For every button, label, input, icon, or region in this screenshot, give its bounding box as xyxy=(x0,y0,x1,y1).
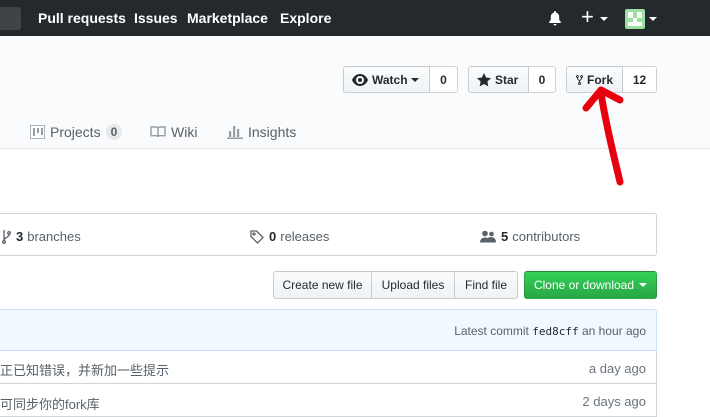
contributors-link[interactable]: 5 contributors xyxy=(480,229,580,244)
branches-label: branches xyxy=(27,229,81,244)
star-label: Star xyxy=(495,72,519,87)
nav-marketplace[interactable]: Marketplace xyxy=(187,10,268,26)
watch-button[interactable]: Watch xyxy=(343,66,430,93)
commit-age: an hour ago xyxy=(581,324,646,338)
commit-age: a day ago xyxy=(588,361,646,376)
tab-projects[interactable]: Projects 0 xyxy=(30,124,123,140)
releases-count: 0 xyxy=(269,229,277,244)
graph-icon xyxy=(227,126,243,139)
create-new-file-button[interactable]: Create new file xyxy=(273,271,372,299)
star-count[interactable]: 0 xyxy=(529,66,556,93)
bell-icon[interactable] xyxy=(548,10,562,29)
upload-files-button[interactable]: Upload files xyxy=(371,271,455,299)
branches-count: 3 xyxy=(16,229,24,244)
chevron-down-icon xyxy=(410,77,419,82)
tab-wiki[interactable]: Wiki xyxy=(150,124,197,140)
tab-projects-label: Projects xyxy=(50,124,101,140)
nav-issues[interactable]: Issues xyxy=(134,10,178,26)
projects-counter: 0 xyxy=(105,124,123,140)
fork-button[interactable]: Fork xyxy=(566,66,623,93)
clone-or-download-button[interactable]: Clone or download xyxy=(524,271,657,299)
star-icon xyxy=(477,72,491,86)
avatar[interactable] xyxy=(625,9,645,29)
search-field-edge[interactable] xyxy=(0,7,21,30)
latest-commit: Latest commit fed8cff an hour ago xyxy=(454,324,646,338)
latest-commit-prefix: Latest commit xyxy=(454,324,529,338)
tab-insights[interactable]: Insights xyxy=(227,124,296,140)
git-branch-icon xyxy=(2,229,11,244)
watch-group: Watch 0 xyxy=(343,66,458,93)
star-button[interactable]: Star xyxy=(468,66,529,93)
contributors-label: contributors xyxy=(512,229,581,244)
watch-label: Watch xyxy=(372,72,408,87)
fork-count[interactable]: 12 xyxy=(623,66,657,93)
chevron-down-icon xyxy=(649,17,657,21)
clone-label: Clone or download xyxy=(533,278,635,292)
commit-sha-link[interactable]: fed8cff xyxy=(532,325,578,338)
repo-forked-icon xyxy=(576,74,583,85)
nav-pull-requests[interactable]: Pull requests xyxy=(38,10,126,26)
fork-label: Fork xyxy=(586,72,613,87)
contributors-count: 5 xyxy=(501,229,509,244)
star-group: Star 0 xyxy=(468,66,556,93)
watch-count[interactable]: 0 xyxy=(430,66,458,93)
book-icon xyxy=(150,126,166,138)
tab-insights-label: Insights xyxy=(248,124,297,140)
commit-message-link[interactable]: 可同步你的fork库 xyxy=(0,394,100,413)
releases-label: releases xyxy=(280,229,330,244)
chevron-down-icon xyxy=(639,283,648,287)
releases-link[interactable]: 0 releases xyxy=(250,229,329,244)
commit-age: 2 days ago xyxy=(582,394,646,409)
commit-message-link[interactable]: 正已知错误，并新加一些提示 xyxy=(0,360,169,379)
fork-group: Fork 12 xyxy=(566,66,657,93)
tag-icon xyxy=(250,229,264,244)
project-icon xyxy=(30,125,45,139)
find-file-button[interactable]: Find file xyxy=(454,271,518,299)
organization-icon xyxy=(480,230,496,243)
chevron-down-icon xyxy=(600,17,608,21)
branches-link[interactable]: 3 branches xyxy=(2,229,81,244)
nav-explore[interactable]: Explore xyxy=(280,10,331,26)
eye-icon xyxy=(352,73,368,86)
global-header: Pull requests Issues Marketplace Explore… xyxy=(0,0,710,36)
plus-icon[interactable]: + xyxy=(581,6,594,28)
tab-wiki-label: Wiki xyxy=(171,124,198,140)
